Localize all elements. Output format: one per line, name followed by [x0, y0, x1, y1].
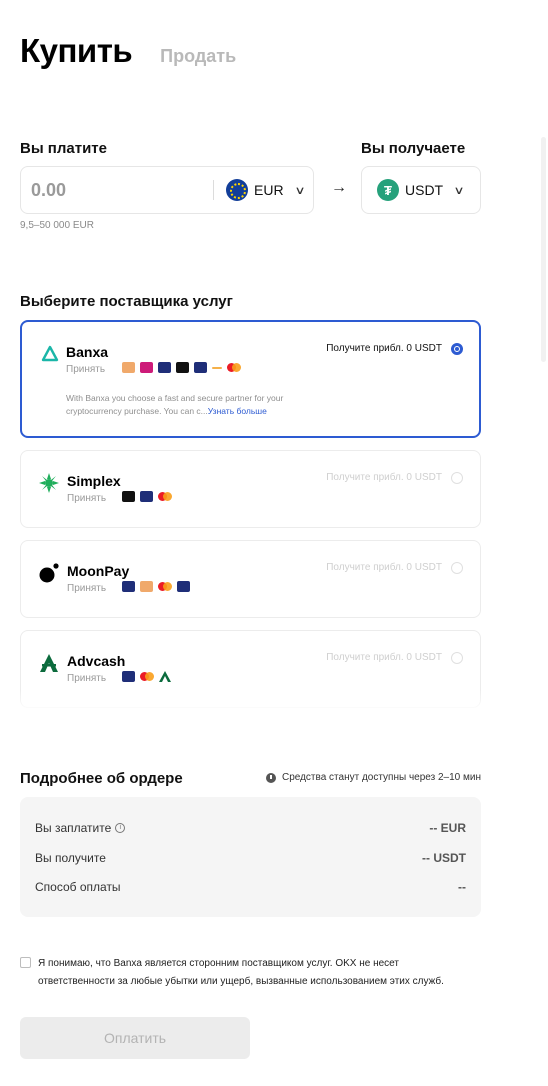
pay-currency-code: EUR — [254, 182, 284, 198]
simplex-logo-icon — [39, 473, 59, 493]
order-note-text: Средства станут доступны через 2–10 мин — [281, 772, 481, 783]
provider-quote: Получите прибл. 0 USDT — [326, 652, 442, 663]
eur-flag-icon — [226, 179, 248, 201]
arrow-right-icon: → — [331, 179, 347, 196]
advcash-logo-icon — [40, 654, 58, 672]
pay-currency-select[interactable]: EUR ∨ — [226, 179, 306, 201]
dash-icon — [212, 366, 222, 369]
pay-label: Вы платите — [20, 140, 107, 157]
ideal-icon — [140, 362, 153, 373]
order-row-value: -- EUR — [429, 821, 466, 835]
accept-label: Принять — [67, 583, 107, 594]
usdt-icon: ₮ — [377, 179, 399, 201]
visa-icon — [122, 671, 135, 682]
provider-name: Banxa — [66, 344, 109, 360]
order-row-label-text: Вы заплатите — [35, 821, 112, 835]
provider-quote: Получите прибл. 0 USDT — [326, 472, 442, 483]
bank-card-icon — [122, 362, 135, 373]
scrollbar[interactable] — [541, 137, 546, 362]
order-row-label: Вы заплатите i — [35, 821, 126, 835]
list-fade — [0, 690, 548, 712]
payment-methods — [122, 581, 190, 592]
provider-name: Advcash — [67, 653, 126, 669]
chevron-down-icon: ∨ — [293, 184, 306, 197]
sepa-icon — [177, 581, 190, 592]
info-icon[interactable]: i — [115, 823, 126, 833]
receive-currency-code: USDT — [405, 182, 444, 198]
learn-more-link[interactable]: Узнать больше — [208, 406, 267, 416]
order-row: Вы получите -- USDT — [35, 851, 466, 865]
provider-name: Simplex — [67, 473, 121, 489]
consent-text: Я понимаю, что Banxa является сторонним … — [38, 958, 444, 987]
accept-label: Принять — [67, 493, 107, 504]
provider-radio[interactable] — [451, 652, 463, 664]
payment-methods — [122, 362, 241, 373]
accept-label: Принять — [66, 364, 106, 375]
visa-icon — [140, 491, 153, 502]
consent-checkbox[interactable] — [20, 957, 31, 968]
tab-buy[interactable]: Купить — [20, 32, 133, 70]
order-row-value: -- USDT — [422, 851, 466, 865]
moonpay-logo-icon — [39, 563, 59, 583]
accept-label: Принять — [67, 673, 107, 684]
provider-card-moonpay[interactable]: MoonPay Принять Получите прибл. 0 USDT — [20, 540, 481, 618]
mastercard-icon — [227, 363, 241, 372]
receive-label: Вы получаете — [361, 140, 466, 157]
order-row-label: Способ оплаты — [35, 880, 121, 894]
divider — [213, 180, 214, 200]
visa-icon — [194, 362, 207, 373]
order-row: Способ оплаты -- — [35, 880, 466, 894]
provider-radio-selected[interactable] — [451, 343, 463, 355]
consent-block: Я понимаю, что Banxa является сторонним … — [20, 955, 475, 991]
visa-icon — [122, 581, 135, 592]
order-row: Вы заплатите i -- EUR — [35, 821, 466, 835]
provider-radio[interactable] — [451, 562, 463, 574]
chevron-down-icon: ∨ — [453, 184, 465, 197]
clock-icon — [265, 772, 276, 783]
pay-amount-box: EUR ∨ — [20, 166, 314, 214]
provider-quote: Получите прибл. 0 USDT — [326, 562, 442, 573]
order-row-value: -- — [458, 880, 466, 894]
buy-sell-tabs: Купить Продать — [20, 32, 236, 70]
banxa-logo-icon — [41, 345, 59, 362]
order-row-label: Вы получите — [35, 851, 106, 865]
pay-button[interactable]: Оплатить — [20, 1017, 250, 1059]
order-note: Средства станут доступны через 2–10 мин — [265, 772, 481, 783]
provider-quote: Получите прибл. 0 USDT — [326, 343, 442, 354]
provider-radio[interactable] — [451, 472, 463, 484]
apple-pay-icon — [176, 362, 189, 373]
amount-range: 9,5–50 000 EUR — [20, 220, 94, 231]
provider-name: MoonPay — [67, 563, 130, 579]
order-details-box: Вы заплатите i -- EUR Вы получите -- USDT… — [20, 797, 481, 917]
mastercard-icon — [158, 582, 172, 591]
mastercard-icon — [158, 492, 172, 501]
sepa-icon — [158, 362, 171, 373]
bank-card-icon — [140, 581, 153, 592]
provider-description: With Banxa you choose a fast and secure … — [66, 392, 336, 418]
order-details-title: Подробнее об ордере — [20, 770, 183, 787]
mastercard-icon — [140, 672, 154, 681]
advcash-icon — [159, 671, 171, 682]
receive-currency-select[interactable]: ₮ USDT ∨ — [361, 166, 481, 214]
providers-title: Выберите поставщика услуг — [20, 293, 233, 310]
payment-methods — [122, 491, 172, 502]
payment-methods — [122, 671, 171, 682]
tab-sell[interactable]: Продать — [160, 46, 236, 67]
provider-card-simplex[interactable]: Simplex Принять Получите прибл. 0 USDT — [20, 450, 481, 528]
amount-input[interactable] — [31, 179, 201, 201]
provider-card-banxa[interactable]: Banxa Принять Получите прибл. 0 USDT Wit… — [20, 320, 481, 438]
apple-pay-icon — [122, 491, 135, 502]
